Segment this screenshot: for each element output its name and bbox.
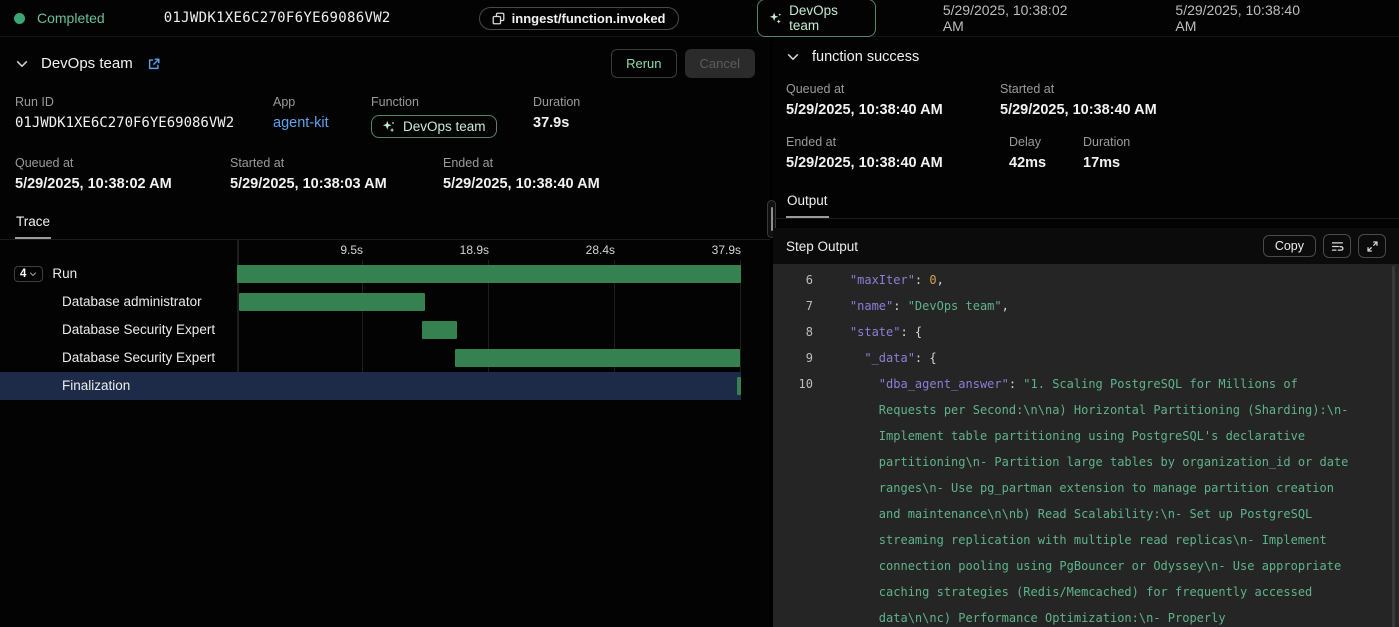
timeline-axis: 9.5s 18.9s 28.4s 37.9s [0,240,770,260]
chevron-down-icon [29,270,37,278]
run-details-panel: DevOps team Rerun Cancel Run ID 01JWDK1X… [0,37,770,627]
run-status: Completed [14,10,105,26]
trace-row-label: Finalization [62,378,130,393]
tab-output[interactable]: Output [786,189,829,218]
step-started-at-field: Started at 5/29/2025, 10:38:40 AM [1000,82,1386,118]
sparkles-icon [382,120,396,134]
line-number: 9 [773,345,813,371]
run-status-bar: Completed 01JWDK1XE6C270F6YE69086VW2 inn… [0,0,1399,37]
copy-icon [492,12,505,25]
app-link[interactable]: agent-kit [273,115,371,131]
chevron-down-icon[interactable] [15,57,29,71]
run-title-row[interactable]: DevOps team [15,55,161,72]
function-badge-meta-label: DevOps team [403,119,486,134]
copy-button[interactable]: Copy [1263,235,1316,257]
step-duration-field: Duration 17ms [1083,135,1386,171]
child-count-badge[interactable]: 4 [14,266,43,282]
trace-row-label: Run [52,266,77,281]
expand-button[interactable] [1358,234,1386,258]
trace-row-database-security-expert[interactable]: Database Security Expert [0,316,741,344]
code-line: 10"dba_agent_answer": "1. Scaling Postgr… [773,371,1399,627]
event-badge[interactable]: inngest/function.invoked [479,7,679,30]
event-badge-label: inngest/function.invoked [512,11,666,26]
step-details-panel: function success Queued at 5/29/2025, 10… [773,37,1399,627]
timeline-tick: 28.4s [586,243,615,257]
trace-row-run[interactable]: 4 Run [0,260,741,288]
function-badge-meta[interactable]: DevOps team [371,115,497,138]
function-badge-top-label: DevOps team [789,3,864,33]
span-bar[interactable] [737,377,741,395]
wrap-text-button[interactable] [1323,234,1351,258]
line-number: 10 [773,371,813,627]
timeline-tick: 37.9s [712,243,741,257]
step-title: function success [812,49,919,65]
span-bar[interactable] [237,265,741,283]
trace-timeline: 9.5s 18.9s 28.4s 37.9s 4 Run Database adminis… [0,240,770,400]
ended-timestamp-top: 5/29/2025, 10:38:40 AM [1175,2,1311,34]
run-id-top: 01JWDK1XE6C270F6YE69086VW2 [164,10,391,26]
chevron-down-icon[interactable] [786,50,800,64]
sparkles-icon [769,11,783,26]
code-line: 8"state": { [773,319,1399,345]
duration-value: 37.9s [533,115,755,131]
rerun-button[interactable]: Rerun [611,49,676,78]
ended-at-field: Ended at 5/29/2025, 10:38:40 AM [443,156,755,192]
tab-trace[interactable]: Trace [15,210,51,239]
cancel-button[interactable]: Cancel [685,49,755,78]
trace-tabs: Trace [0,210,770,240]
trace-row-label: Database administrator [62,294,202,309]
span-bar[interactable] [455,349,740,367]
external-link-icon[interactable] [147,57,161,71]
wrap-text-icon [1331,240,1344,253]
code-line: 7"name": "DevOps team", [773,293,1399,319]
trace-row-finalization[interactable]: Finalization [0,372,741,400]
span-bar[interactable] [239,293,425,311]
trace-row-label: Database Security Expert [62,322,215,337]
trace-row-database-administrator[interactable]: Database administrator [0,288,741,316]
step-ended-at-field: Ended at 5/29/2025, 10:38:40 AM [786,135,1009,171]
step-output-code: 6"maxIter": 0,7"name": "DevOps team",8"s… [773,264,1399,627]
status-dot-icon [14,13,25,24]
queued-timestamp-top: 5/29/2025, 10:38:02 AM [943,2,1079,34]
trace-row-database-security-expert[interactable]: Database Security Expert [0,344,741,372]
span-bar[interactable] [422,321,457,339]
step-queued-at-field: Queued at 5/29/2025, 10:38:40 AM [786,82,1000,118]
step-title-row[interactable]: function success [786,49,919,65]
run-id-value: 01JWDK1XE6C270F6YE69086VW2 [15,115,273,131]
duration-field: Duration 37.9s [533,95,755,139]
timeline-tick: 9.5s [340,243,363,257]
code-line: 6"maxIter": 0, [773,267,1399,293]
step-output-title: Step Output [786,239,858,254]
status-label: Completed [37,10,105,26]
output-tabs: Output [773,189,1399,219]
run-id-field: Run ID 01JWDK1XE6C270F6YE69086VW2 [15,95,273,139]
line-number: 8 [773,319,813,345]
step-delay-field: Delay 42ms [1009,135,1083,171]
timeline-tick: 18.9s [460,243,489,257]
line-number: 6 [773,267,813,293]
started-at-field: Started at 5/29/2025, 10:38:03 AM [230,156,443,192]
code-scrollbar[interactable] [1392,266,1395,627]
trace-row-label: Database Security Expert [62,350,215,365]
function-field: Function DevOps team [371,95,533,139]
function-badge-top[interactable]: DevOps team [757,0,876,37]
run-title: DevOps team [41,55,133,72]
step-output-header: Step Output Copy [773,228,1399,264]
code-line: 9"_data": { [773,345,1399,371]
queued-at-field: Queued at 5/29/2025, 10:38:02 AM [15,156,230,192]
expand-icon [1366,240,1379,253]
app-field: App agent-kit [273,95,371,139]
line-number: 7 [773,293,813,319]
